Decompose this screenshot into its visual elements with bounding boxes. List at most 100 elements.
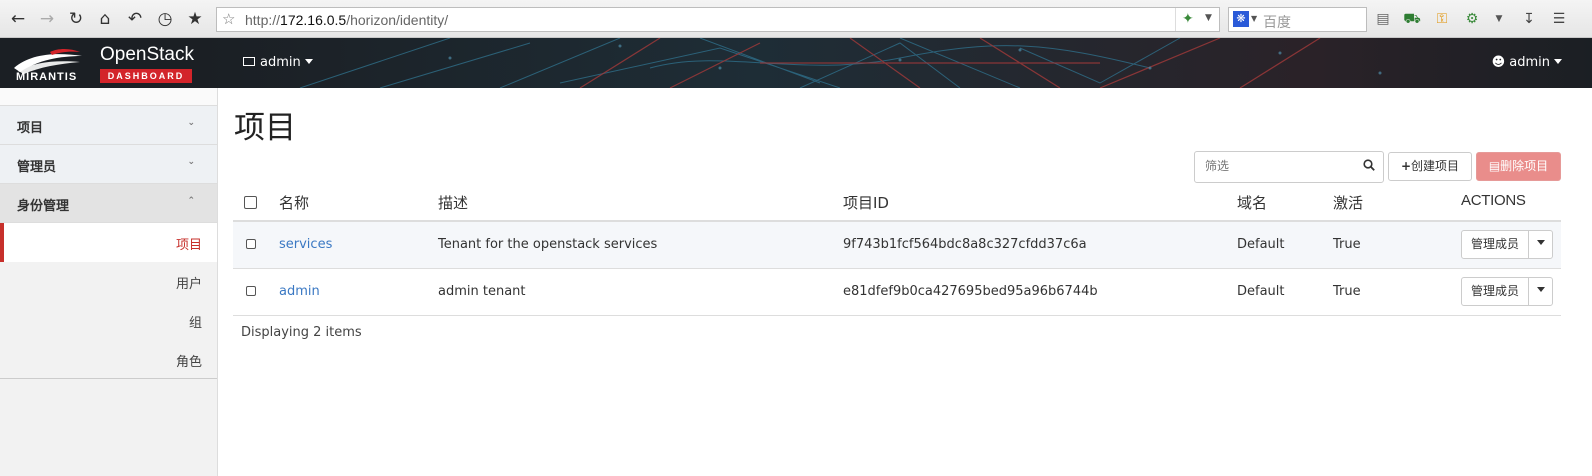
browser-search-placeholder: 百度 — [1263, 15, 1291, 31]
url-prefix: http:// — [245, 12, 281, 28]
caret-down-icon — [1554, 59, 1562, 64]
mirantis-wordmark: MIRANTIS — [16, 71, 78, 83]
extension-car-icon[interactable]: ⛟ — [1403, 10, 1421, 28]
extension-dropdown-icon[interactable]: ▼ — [1490, 10, 1508, 28]
search-engine-dropdown-icon[interactable]: ▼ — [1251, 14, 1257, 23]
column-header-description[interactable]: 描述 — [438, 192, 468, 213]
address-dropdown-icon[interactable]: ▼ — [1205, 13, 1212, 23]
filter-field[interactable] — [1194, 151, 1384, 183]
manage-members-button[interactable]: 管理成员 — [1461, 230, 1529, 259]
address-url[interactable]: http://172.16.0.5/horizon/identity/ — [245, 12, 448, 28]
caret-down-icon — [1536, 287, 1545, 292]
caret-down-icon — [1536, 240, 1545, 245]
sidebar-section-project[interactable]: 项目 ⌄ — [0, 106, 217, 145]
chevron-down-icon: ⌄ — [187, 118, 195, 128]
row-checkbox[interactable] — [246, 239, 256, 249]
sidebar-item-users[interactable]: 用户 — [0, 262, 217, 301]
home-icon[interactable]: ⌂ — [95, 9, 115, 29]
project-selector[interactable]: admin — [243, 55, 313, 70]
column-header-name[interactable]: 名称 — [279, 192, 309, 213]
browser-toolbar: ← → ↻ ⌂ ↶ ◷ ★ ☆ http://172.16.0.5/horizo… — [0, 0, 1592, 38]
download-icon[interactable]: ↧ — [1520, 10, 1538, 28]
manage-members-button[interactable]: 管理成员 — [1461, 277, 1529, 306]
sidebar-section-admin[interactable]: 管理员 ⌄ — [0, 145, 217, 184]
sidebar-item-label: 用户 — [175, 277, 202, 292]
chevron-up-icon: ⌃ — [187, 196, 195, 206]
projects-table: 名称 描述 项目ID 域名 激活 ACTIONS services Tenant… — [233, 184, 1561, 316]
create-project-label: 创建项目 — [1411, 159, 1460, 173]
table-header: 名称 描述 项目ID 域名 激活 ACTIONS — [233, 184, 1561, 222]
project-description: admin tenant — [438, 284, 526, 299]
project-id: 9f743b1fcf564bdc8a8c327cfdd37c6a — [843, 237, 1087, 252]
select-all-checkbox[interactable] — [244, 196, 257, 209]
sidebar-item-label: 角色 — [175, 355, 202, 370]
undo-icon[interactable]: ↶ — [125, 9, 145, 29]
user-extension-icon[interactable]: ⚙ — [1463, 10, 1481, 28]
row-actions-dropdown[interactable] — [1528, 230, 1553, 259]
sidebar-section-identity[interactable]: 身份管理 ⌃ — [0, 184, 217, 223]
sidebar-section-label: 管理员 — [17, 160, 57, 175]
filter-input[interactable] — [1205, 159, 1355, 173]
page-title: 项目 — [234, 110, 296, 146]
project-enabled: True — [1333, 237, 1361, 252]
header-background-art — [200, 38, 1592, 88]
column-header-enabled[interactable]: 激活 — [1333, 192, 1363, 213]
sidebar-section-label: 项目 — [17, 121, 44, 136]
user-icon: ☻ — [1491, 55, 1506, 70]
sidebar: 项目 ⌄ 管理员 ⌄ 身份管理 ⌃ 项目 用户 组 角色 — [0, 88, 218, 476]
sidebar-item-label: 组 — [188, 316, 202, 331]
project-name-link[interactable]: services — [279, 237, 332, 252]
plus-icon: + — [1400, 159, 1412, 173]
project-selector-label: admin — [260, 55, 301, 70]
pin-icon[interactable]: ✦ — [1182, 11, 1194, 27]
key-icon[interactable]: ⚿ — [1433, 10, 1451, 28]
address-bar[interactable]: ☆ http://172.16.0.5/horizon/identity/ ✦ … — [216, 7, 1220, 32]
create-project-button[interactable]: +创建项目 — [1388, 152, 1472, 181]
url-host: 172.16.0.5 — [280, 12, 347, 28]
row-checkbox[interactable] — [246, 286, 256, 296]
reload-icon[interactable]: ↻ — [66, 9, 86, 29]
sidebar-top-spacer — [0, 88, 217, 106]
back-icon[interactable]: ← — [8, 9, 28, 29]
search-icon[interactable] — [1363, 159, 1375, 171]
table-row: services Tenant for the openstack servic… — [233, 222, 1561, 269]
user-menu[interactable]: ☻ admin — [1492, 55, 1562, 70]
dashboard-badge: DASHBOARD — [100, 69, 192, 83]
chevron-down-icon: ⌄ — [187, 157, 195, 167]
openstack-title[interactable]: OpenStack — [100, 44, 194, 66]
address-separator — [1175, 8, 1176, 31]
save-page-icon[interactable]: ▤ — [1374, 10, 1392, 28]
project-domain: Default — [1237, 284, 1285, 299]
browser-search-box[interactable]: ❋ ▼ 百度 — [1228, 7, 1367, 32]
sidebar-item-roles[interactable]: 角色 — [0, 340, 217, 379]
project-name-link[interactable]: admin — [279, 284, 320, 299]
app-header: MIRANTIS OpenStack DASHBOARD admin ☻ adm… — [0, 38, 1592, 88]
caret-down-icon — [304, 59, 313, 64]
sidebar-section-label: 身份管理 — [17, 199, 70, 214]
menu-icon[interactable]: ☰ — [1550, 10, 1568, 28]
sidebar-item-label: 项目 — [175, 238, 202, 253]
items-count-footer: Displaying 2 items — [241, 325, 362, 340]
bookmark-page-icon[interactable]: ☆ — [222, 10, 235, 28]
url-path: /horizon/identity/ — [346, 12, 449, 28]
delete-projects-button[interactable]: ▤删除项目 — [1476, 152, 1561, 181]
delete-projects-label: 删除项目 — [1500, 159, 1549, 173]
user-menu-label: admin — [1509, 55, 1550, 70]
baidu-paw-icon[interactable]: ❋ — [1233, 11, 1249, 27]
sidebar-item-groups[interactable]: 组 — [0, 301, 217, 340]
trash-icon: ▤ — [1488, 159, 1501, 173]
forward-icon[interactable]: → — [37, 9, 57, 29]
project-list-icon — [243, 57, 255, 66]
project-id: e81dfef9b0ca427695bed95a96b6744b — [843, 284, 1098, 299]
project-enabled: True — [1333, 284, 1361, 299]
column-header-project-id[interactable]: 项目ID — [843, 192, 889, 213]
column-header-actions: ACTIONS — [1461, 192, 1526, 209]
row-actions-dropdown[interactable] — [1528, 277, 1553, 306]
project-description: Tenant for the openstack services — [438, 237, 658, 252]
sidebar-item-projects[interactable]: 项目 — [0, 223, 217, 262]
project-domain: Default — [1237, 237, 1285, 252]
table-row: admin admin tenant e81dfef9b0ca427695bed… — [233, 269, 1561, 316]
column-header-domain[interactable]: 域名 — [1237, 192, 1267, 213]
history-icon[interactable]: ◷ — [155, 9, 175, 29]
bookmark-star-icon[interactable]: ★ — [185, 9, 205, 29]
